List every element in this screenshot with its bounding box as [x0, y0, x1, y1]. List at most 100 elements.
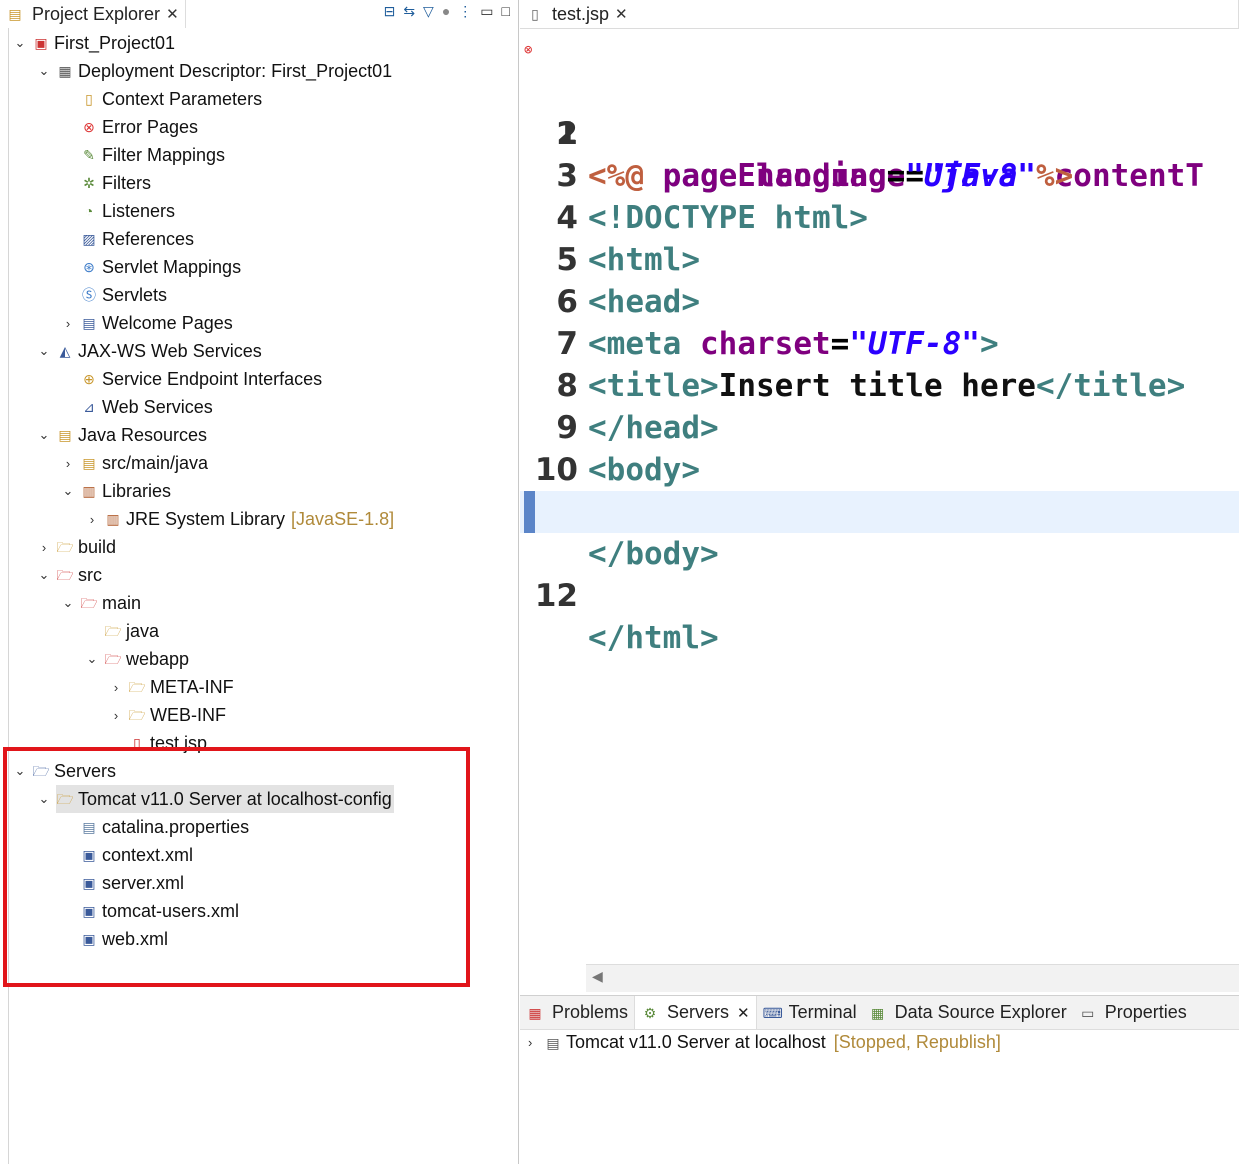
- tree-item-libraries[interactable]: ⌄ ▥ Libraries: [63, 477, 172, 505]
- tree-item-src[interactable]: ⌄ 🗁 src: [39, 561, 102, 589]
- tree-item-build[interactable]: › 🗁 build: [42, 533, 116, 561]
- tree-item-tomcat-config[interactable]: ⌄ 🗁 Tomcat v11.0 Server at localhost-confi…: [39, 785, 394, 813]
- code-line: 4 <html>: [520, 155, 1239, 278]
- link-with-editor-icon[interactable]: ⇆: [403, 3, 415, 20]
- tree-item-references[interactable]: ▨ References: [80, 225, 194, 253]
- chevron-down-icon[interactable]: ⌄: [36, 63, 52, 79]
- focus-icon[interactable]: ●: [442, 3, 450, 20]
- horizontal-scrollbar[interactable]: ◀: [586, 964, 1239, 992]
- tree-item-label: src: [78, 564, 102, 585]
- server-status: [Stopped, Republish]: [833, 1032, 1001, 1052]
- servers-icon: ⚙: [643, 1004, 657, 1021]
- tab-project-explorer[interactable]: ▤ Project Explorer ✕: [0, 0, 186, 28]
- tree-item-deployment-descriptor[interactable]: ⌄ ▦ Deployment Descriptor: First_Project01: [39, 57, 393, 85]
- tree-item-server-xml[interactable]: ▣ server.xml: [80, 869, 184, 897]
- minimize-icon[interactable]: ▭: [480, 3, 493, 20]
- collapse-all-icon[interactable]: ⊟: [384, 3, 396, 20]
- close-icon[interactable]: ✕: [615, 5, 628, 23]
- tree-item-test-jsp[interactable]: ▯ test.jsp: [128, 729, 207, 757]
- tree-item-catalina-properties[interactable]: ▤ catalina.properties: [80, 813, 249, 841]
- tree-item-listeners[interactable]: ◔ Listeners: [80, 197, 175, 225]
- tree-item-main[interactable]: ⌄ 🗁 main: [63, 589, 142, 617]
- chevron-down-icon[interactable]: ⌄: [36, 791, 52, 807]
- close-icon[interactable]: ✕: [166, 5, 179, 23]
- tree-item-welcome-pages[interactable]: › ▤ Welcome Pages: [66, 309, 233, 337]
- tree-item-filters[interactable]: ✲ Filters: [80, 169, 151, 197]
- tree-item-filter-mappings[interactable]: ✎ Filter Mappings: [80, 141, 225, 169]
- tree-item-context-parameters[interactable]: ▯ Context Parameters: [80, 85, 262, 113]
- tab-problems[interactable]: ▦ Problems: [520, 996, 634, 1029]
- deployment-descriptor-icon: ▦: [58, 63, 72, 79]
- tree-item-service-endpoint-interfaces[interactable]: ⊕ Service Endpoint Interfaces: [80, 365, 322, 393]
- tree-item-label: Filter Mappings: [102, 144, 226, 165]
- tree-item-jaxws[interactable]: ⌄ ◭ JAX-WS Web Services: [39, 337, 262, 365]
- tree-item-servers[interactable]: ⌄ 🗁 Servers: [15, 757, 116, 785]
- code-area[interactable]: ⊗ 1 <%@ page language="java" contentT 2 …: [520, 29, 1239, 964]
- web-services-icon: ⊿: [83, 399, 95, 415]
- tree-item-webapp[interactable]: ⌄ 🗁 webapp: [87, 645, 190, 673]
- server-row[interactable]: › ▤ Tomcat v11.0 Server at localhost [St…: [528, 1032, 1001, 1053]
- tree-item-servlet-mappings[interactable]: ⊛ Servlet Mappings: [80, 253, 241, 281]
- tab-data-source-explorer[interactable]: ▦ Data Source Explorer: [863, 996, 1073, 1029]
- chevron-down-icon[interactable]: ⌄: [12, 763, 28, 779]
- tree-item-web-inf[interactable]: › 🗁 WEB-INF: [114, 701, 226, 729]
- tree-item-label: web.xml: [102, 928, 169, 949]
- project-explorer-panel: ▤ Project Explorer ✕ ⊟ ⇆ ▽ ● ⋮ ▭ □ ⌄ ▣ Fir…: [0, 0, 519, 1164]
- chevron-down-icon[interactable]: ⌄: [36, 427, 52, 443]
- tree-item-jre-library[interactable]: › ▥ JRE System Library [JavaSE-1.8]: [90, 505, 394, 533]
- tree-item-label: Libraries: [102, 480, 172, 501]
- tree-item-project[interactable]: ⌄ ▣ First_Project01: [15, 29, 176, 57]
- tree-item-src-main-java[interactable]: › ▤ src/main/java: [66, 449, 208, 477]
- tree-item-java-resources[interactable]: ⌄ ▤ Java Resources: [39, 421, 208, 449]
- tree-item-web-services[interactable]: ⊿ Web Services: [80, 393, 213, 421]
- tree-item-web-xml[interactable]: ▣ web.xml: [80, 925, 168, 953]
- chevron-right-icon[interactable]: ›: [36, 540, 52, 555]
- xml-file-icon: ▣: [82, 847, 96, 863]
- code-line: 5 <head>: [520, 197, 1239, 320]
- tab-servers[interactable]: ⚙ Servers ✕: [634, 996, 757, 1029]
- xml-file-icon: ▣: [82, 875, 96, 891]
- tab-test-jsp[interactable]: ▯ test.jsp ✕: [520, 0, 1239, 28]
- tree-item-meta-inf[interactable]: › 🗁 META-INF: [114, 673, 234, 701]
- bottom-tabbar: ▦ Problems ⚙ Servers ✕ ⌨ Terminal ▦ Data Sour…: [520, 996, 1239, 1030]
- chevron-down-icon[interactable]: ⌄: [60, 595, 76, 611]
- chevron-right-icon[interactable]: ›: [108, 708, 124, 723]
- chevron-down-icon[interactable]: ⌄: [36, 343, 52, 359]
- chevron-down-icon[interactable]: ⌄: [12, 35, 28, 51]
- welcome-pages-icon: ▤: [82, 315, 96, 331]
- tree-item-label: main: [102, 592, 142, 613]
- bottom-panel: ▦ Problems ⚙ Servers ✕ ⌨ Terminal ▦ Data Sour…: [520, 995, 1239, 1165]
- tree-item-servlets[interactable]: Ⓢ Servlets: [80, 281, 167, 309]
- tab-label: Problems: [552, 1002, 629, 1022]
- filter-icon[interactable]: ▽: [423, 3, 434, 20]
- tree-item-label: JRE System Library: [126, 508, 286, 529]
- tree-item-error-pages[interactable]: ⊗ Error Pages: [80, 113, 198, 141]
- chevron-right-icon[interactable]: ›: [84, 512, 100, 527]
- tab-terminal[interactable]: ⌨ Terminal: [757, 996, 863, 1029]
- close-icon[interactable]: ✕: [737, 1004, 750, 1022]
- code-line: 2 pageEncoding="UTF-8"%>: [520, 71, 1239, 194]
- tree-item-tomcat-users-xml[interactable]: ▣ tomcat-users.xml: [80, 897, 239, 925]
- tab-properties[interactable]: ▭ Properties: [1073, 996, 1193, 1029]
- tree-item-label: Tomcat v11.0 Server at localhost-config: [78, 788, 392, 809]
- view-menu-icon[interactable]: ⋮: [458, 3, 472, 20]
- folder-icon: 🗁: [56, 567, 74, 583]
- maximize-icon[interactable]: □: [502, 3, 510, 20]
- tree-item-java[interactable]: 🗁 java: [104, 617, 159, 645]
- chevron-right-icon[interactable]: ›: [528, 1035, 544, 1050]
- chevron-right-icon[interactable]: ›: [108, 680, 124, 695]
- tree-item-label: test.jsp: [150, 732, 208, 753]
- project-explorer-icon: ▤: [8, 6, 22, 22]
- chevron-right-icon[interactable]: ›: [60, 456, 76, 471]
- tree-item-label: context.xml: [102, 844, 194, 865]
- code-line-current: 12 </html>: [520, 491, 1239, 656]
- code-line: ⊗ 1 <%@ page language="java" contentT: [520, 29, 1239, 194]
- tree-item-context-xml[interactable]: ▣ context.xml: [80, 841, 193, 869]
- chevron-down-icon[interactable]: ⌄: [84, 651, 100, 667]
- code-line: 7 <title>Insert title here</title>: [520, 281, 1239, 404]
- chevron-down-icon[interactable]: ⌄: [60, 483, 76, 499]
- chevron-down-icon[interactable]: ⌄: [36, 567, 52, 583]
- web-project-icon: ▣: [34, 35, 48, 51]
- scroll-left-icon[interactable]: ◀: [592, 968, 603, 985]
- chevron-right-icon[interactable]: ›: [60, 316, 76, 331]
